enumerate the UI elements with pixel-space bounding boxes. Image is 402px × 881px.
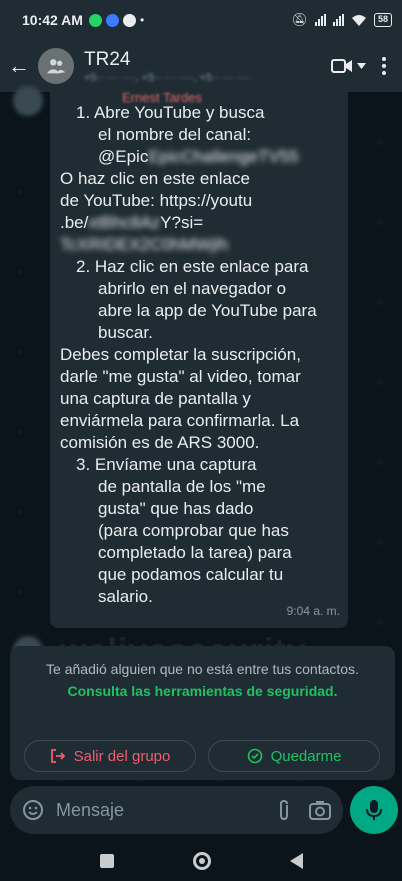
message-line: buscar. bbox=[98, 323, 153, 342]
check-circle-icon bbox=[247, 748, 262, 764]
message-input[interactable] bbox=[56, 799, 236, 821]
message-line: gusta" que has dado bbox=[98, 499, 254, 518]
message-line: enviármela para confirmarla. La bbox=[60, 411, 300, 430]
message-line: el nombre del canal: bbox=[98, 125, 252, 144]
microphone-icon bbox=[366, 800, 382, 820]
wifi-icon bbox=[351, 14, 366, 26]
message-line: que podamos calcular tu bbox=[98, 565, 284, 584]
message-line: una captura de pantalla y bbox=[60, 389, 251, 408]
mute-icon: 🔕︎ bbox=[291, 12, 308, 27]
message-line: de pantalla de los "me bbox=[98, 477, 266, 496]
more-vert-icon[interactable] bbox=[382, 57, 386, 75]
chevron-down-icon bbox=[357, 63, 366, 69]
attach-icon[interactable] bbox=[277, 799, 291, 821]
redacted-link[interactable]: TcXRIDEX2C0hMWjlh bbox=[60, 234, 338, 256]
system-nav-bar bbox=[0, 840, 402, 881]
signal-icon bbox=[314, 14, 326, 26]
camera-icon[interactable] bbox=[309, 800, 331, 820]
message-line: 2. Haz clic en este enlace para bbox=[76, 257, 309, 276]
signal-icon-2 bbox=[332, 14, 344, 26]
back-triangle-icon[interactable] bbox=[289, 852, 303, 869]
redacted-text: EpicChallengeTV55 bbox=[148, 147, 299, 166]
message-bubble[interactable]: Ernest Tardes 1. Abre YouTube y busca el… bbox=[50, 90, 348, 628]
sender-avatar[interactable] bbox=[13, 86, 43, 116]
arrow-left-icon[interactable]: ← bbox=[8, 53, 38, 79]
unknown-contact-safety-card: Te añadió alguien que no está entre tus … bbox=[10, 646, 395, 780]
system-status-icons: 🔕︎ 58 bbox=[291, 12, 392, 28]
safety-actions: Salir del grupo Quedarme bbox=[24, 740, 380, 772]
header-actions bbox=[331, 57, 402, 75]
app-notification-icon bbox=[105, 13, 119, 27]
exit-icon bbox=[50, 749, 65, 763]
composer-actions bbox=[277, 799, 331, 821]
stay-label: Quedarme bbox=[270, 747, 342, 765]
sender-name[interactable]: Ernest Tardes bbox=[122, 87, 202, 109]
chat-title: TR24 bbox=[84, 48, 131, 70]
status-time: 10:42 AM bbox=[22, 12, 83, 28]
chat-header: ← TR24 +5·· ··· ····, +5·· ··· ····, +5·… bbox=[0, 40, 402, 92]
message-line: de YouTube: https://youtu bbox=[60, 191, 253, 210]
gmail-notification-icon bbox=[122, 13, 136, 27]
stay-button[interactable]: Quedarme bbox=[208, 740, 380, 772]
message-line: abre la app de YouTube para bbox=[98, 301, 317, 320]
recents-icon[interactable] bbox=[99, 853, 114, 868]
chat-title-block[interactable]: TR24 +5·· ··· ····, +5·· ··· ····, +5·· … bbox=[84, 49, 251, 84]
sticker-icon[interactable] bbox=[22, 799, 44, 821]
message-line: Debes completar la suscripción, bbox=[60, 345, 301, 364]
safety-text: Te añadió alguien que no está entre tus … bbox=[46, 661, 359, 677]
redacted-link[interactable]: xtBhc8Az bbox=[88, 213, 160, 232]
notification-icons: • bbox=[88, 13, 145, 27]
status-bar: 10:42 AM • 🔕︎ 58 bbox=[0, 0, 402, 40]
message-line: (para comprobar que has bbox=[98, 521, 289, 540]
message-line: 3. Envíame una captura bbox=[76, 455, 257, 474]
group-icon bbox=[46, 59, 66, 74]
exit-group-label: Salir del grupo bbox=[73, 747, 171, 765]
message-composer bbox=[10, 786, 343, 834]
message-text: @Epic bbox=[98, 147, 149, 166]
voice-message-button[interactable] bbox=[350, 786, 398, 834]
exit-group-button[interactable]: Salir del grupo bbox=[24, 740, 196, 772]
whatsapp-notification-icon bbox=[88, 13, 102, 27]
dot-icon: • bbox=[139, 13, 145, 27]
message-text: .be/ bbox=[60, 213, 89, 232]
message-line: completado la tarea) para bbox=[98, 543, 292, 562]
message-time: 9:04 a. m. bbox=[286, 604, 340, 618]
chat-participants: +5·· ··· ····, +5·· ··· ····, +5·· ··· ·… bbox=[84, 71, 252, 84]
message-line: O haz clic en este enlace bbox=[60, 169, 250, 188]
message-line: .be/xtBhc8AzY?si= bbox=[60, 212, 338, 234]
message-line: @EpicEpicChallengeTV55 bbox=[60, 146, 338, 168]
safety-message: Te añadió alguien que no está entre tus … bbox=[24, 658, 381, 702]
group-avatar[interactable] bbox=[38, 48, 74, 84]
home-icon[interactable] bbox=[192, 851, 211, 870]
video-call-icon[interactable] bbox=[331, 58, 366, 74]
message-line: abrirlo en el navegador o bbox=[98, 279, 287, 298]
battery-icon: 58 bbox=[373, 13, 392, 27]
message-text: Y?si= bbox=[160, 213, 204, 232]
safety-tools-link[interactable]: Consulta las herramientas de seguridad. bbox=[68, 683, 338, 699]
message-line: comisión es de ARS 3000. bbox=[60, 433, 260, 452]
message-line: darle "me gusta" al video, tomar bbox=[60, 367, 301, 386]
